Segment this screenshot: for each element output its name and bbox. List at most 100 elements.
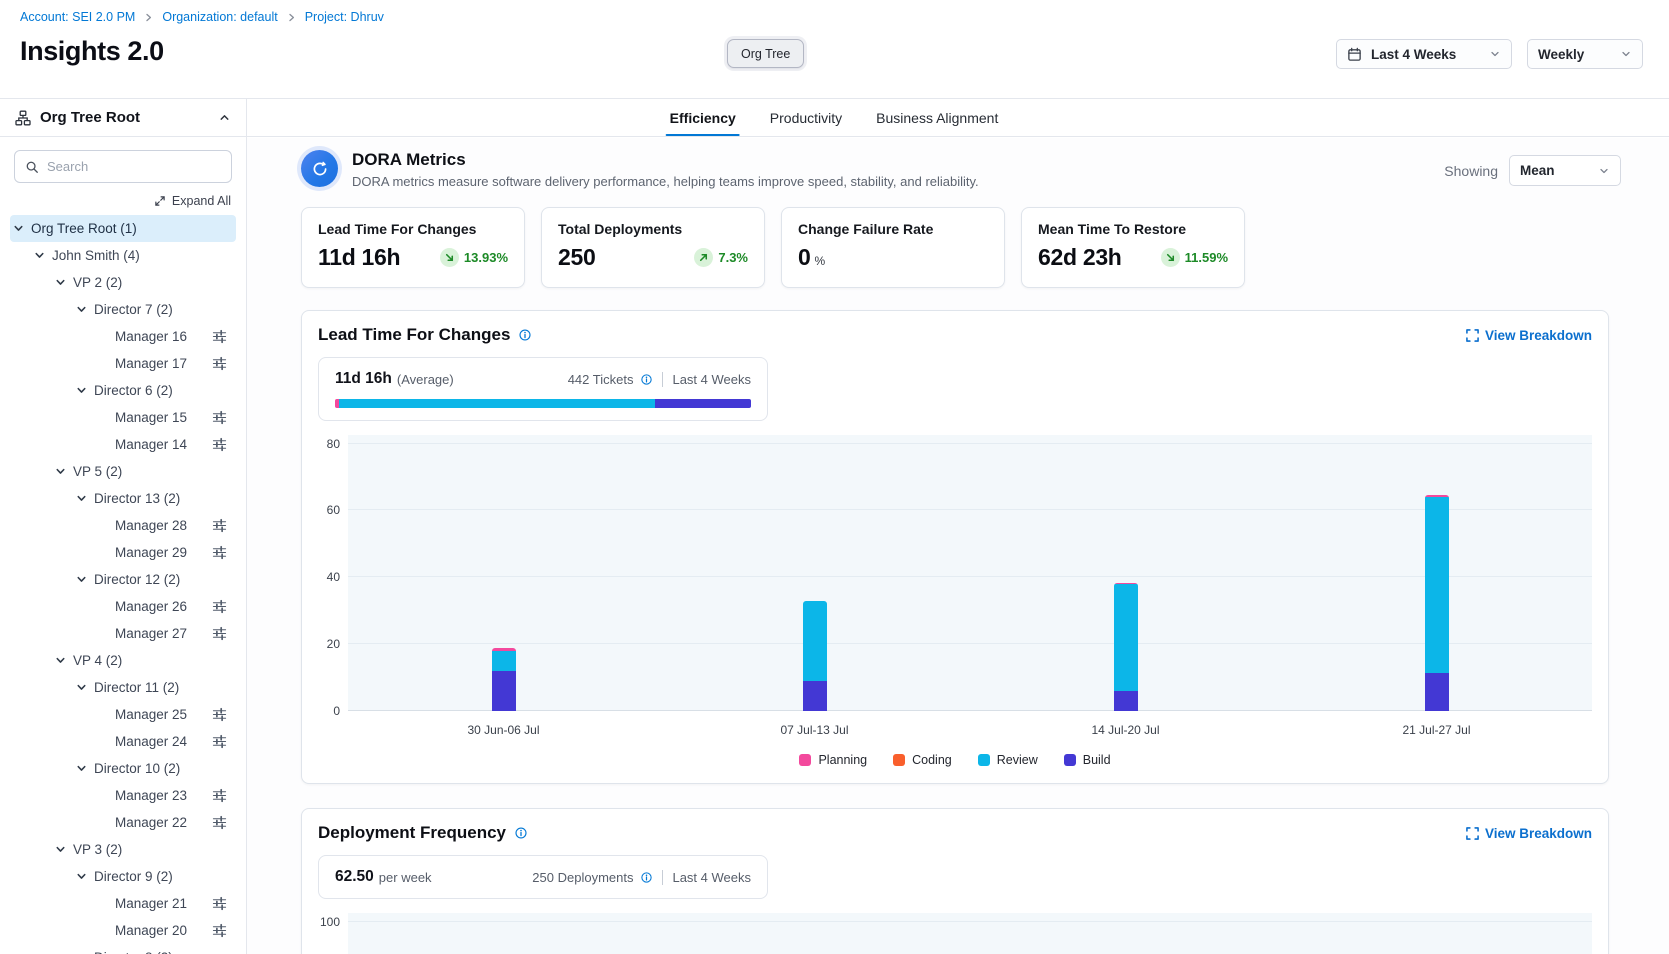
- chevron-down-icon[interactable]: [54, 654, 73, 667]
- gridline: [348, 710, 1592, 711]
- dora-cycle-icon: [301, 150, 338, 187]
- sliders-icon[interactable]: [212, 923, 227, 938]
- metric-card-value: 11d 16h: [318, 244, 400, 271]
- lead-time-view-breakdown[interactable]: View Breakdown: [1466, 328, 1592, 343]
- tree-item[interactable]: VP 2 (2): [10, 269, 236, 296]
- tree-item[interactable]: John Smith (4): [10, 242, 236, 269]
- legend-item-coding[interactable]: Coding: [893, 753, 952, 767]
- breadcrumb-organization-link[interactable]: Organization: default: [162, 10, 277, 24]
- chevron-down-icon[interactable]: [75, 573, 94, 586]
- chevron-down-icon[interactable]: [75, 303, 94, 316]
- tree-item[interactable]: Manager 15: [10, 404, 236, 431]
- bar-07 Jul-13 Jul[interactable]: [803, 601, 827, 711]
- breadcrumb-account-link[interactable]: Account: SEI 2.0 PM: [20, 10, 135, 24]
- chevron-down-icon[interactable]: [75, 870, 94, 883]
- tree-item[interactable]: Manager 27: [10, 620, 236, 647]
- tree-item[interactable]: Manager 26: [10, 593, 236, 620]
- bar-segment-review: [1114, 584, 1138, 691]
- legend-item-planning[interactable]: Planning: [799, 753, 867, 767]
- search-input[interactable]: [47, 159, 221, 174]
- tree-item[interactable]: Manager 29: [10, 539, 236, 566]
- tab-productivity[interactable]: Productivity: [768, 99, 844, 136]
- y-axis: 100: [318, 913, 348, 954]
- tab-efficiency[interactable]: Efficiency: [668, 99, 738, 136]
- bar-21 Jul-27 Jul[interactable]: [1425, 495, 1449, 711]
- bar-14 Jul-20 Jul[interactable]: [1114, 583, 1138, 711]
- tree-item[interactable]: Manager 24: [10, 728, 236, 755]
- sliders-icon[interactable]: [212, 815, 227, 830]
- tree-item[interactable]: Director 12 (2): [10, 566, 236, 593]
- deployment-view-breakdown[interactable]: View Breakdown: [1466, 826, 1592, 841]
- tree-item[interactable]: Org Tree Root (1): [10, 215, 236, 242]
- tree-item[interactable]: Manager 23: [10, 782, 236, 809]
- tree-item[interactable]: Director 10 (2): [10, 755, 236, 782]
- info-icon[interactable]: [640, 871, 653, 884]
- chevron-down-icon[interactable]: [12, 222, 31, 235]
- legend-item-build[interactable]: Build: [1064, 753, 1111, 767]
- deployment-frequency-chart: 100: [318, 913, 1592, 954]
- expand-all-button[interactable]: Expand All: [0, 183, 246, 215]
- granularity-select[interactable]: Weekly: [1527, 39, 1643, 69]
- tree-item-label: Director 6 (2): [94, 383, 173, 398]
- sliders-icon[interactable]: [212, 788, 227, 803]
- org-tree-button[interactable]: Org Tree: [727, 39, 804, 68]
- sliders-icon[interactable]: [212, 599, 227, 614]
- sliders-icon[interactable]: [212, 896, 227, 911]
- info-icon[interactable]: [640, 373, 653, 386]
- breadcrumb: Account: SEI 2.0 PM Organization: defaul…: [20, 10, 384, 24]
- chevron-down-icon[interactable]: [75, 762, 94, 775]
- date-range-select[interactable]: Last 4 Weeks: [1336, 39, 1512, 69]
- sliders-icon[interactable]: [212, 410, 227, 425]
- main-content: DORA Metrics DORA metrics measure softwa…: [247, 138, 1669, 954]
- tree-item[interactable]: VP 3 (2): [10, 836, 236, 863]
- bar-30 Jun-06 Jul[interactable]: [492, 648, 516, 711]
- metric-card-unit: %: [815, 254, 825, 268]
- legend-item-review[interactable]: Review: [978, 753, 1038, 767]
- info-icon[interactable]: [518, 328, 532, 342]
- tree-item[interactable]: Director 11 (2): [10, 674, 236, 701]
- tree-item[interactable]: Director 6 (2): [10, 377, 236, 404]
- tab-business-alignment[interactable]: Business Alignment: [874, 99, 1000, 136]
- tree-item[interactable]: Manager 25: [10, 701, 236, 728]
- chevron-down-icon[interactable]: [54, 843, 73, 856]
- chevron-down-icon[interactable]: [75, 681, 94, 694]
- chevron-down-icon[interactable]: [75, 492, 94, 505]
- tree-item[interactable]: Manager 28: [10, 512, 236, 539]
- chevron-up-icon[interactable]: [218, 111, 231, 124]
- sliders-icon[interactable]: [212, 545, 227, 560]
- tree-item[interactable]: Director 7 (2): [10, 296, 236, 323]
- org-tree-icon: [15, 110, 31, 126]
- chevron-down-icon[interactable]: [54, 465, 73, 478]
- chevron-down-icon[interactable]: [33, 249, 52, 262]
- sliders-icon[interactable]: [212, 356, 227, 371]
- info-icon[interactable]: [514, 826, 528, 840]
- tree-item[interactable]: VP 5 (2): [10, 458, 236, 485]
- sliders-icon[interactable]: [212, 707, 227, 722]
- tree-item[interactable]: Manager 21: [10, 890, 236, 917]
- sliders-icon[interactable]: [212, 437, 227, 452]
- tree-item[interactable]: Manager 16: [10, 323, 236, 350]
- arrow-down-right-icon: [1161, 248, 1180, 267]
- chevron-down-icon[interactable]: [75, 384, 94, 397]
- tree-item[interactable]: Manager 14: [10, 431, 236, 458]
- tree-item[interactable]: Manager 20: [10, 917, 236, 944]
- tree-item[interactable]: VP 4 (2): [10, 647, 236, 674]
- sliders-icon[interactable]: [212, 734, 227, 749]
- breadcrumb-project-link[interactable]: Project: Dhruv: [305, 10, 384, 24]
- showing-select[interactable]: Mean: [1509, 155, 1621, 186]
- bar-segment-build: [803, 681, 827, 711]
- sliders-icon[interactable]: [212, 329, 227, 344]
- tree-item[interactable]: Director 8 (2): [10, 944, 236, 954]
- metric-card: Total Deployments2507.3%: [541, 207, 765, 288]
- tree-item[interactable]: Director 9 (2): [10, 863, 236, 890]
- metric-card-label: Mean Time To Restore: [1038, 221, 1228, 237]
- sliders-icon[interactable]: [212, 626, 227, 641]
- tree-item[interactable]: Manager 17: [10, 350, 236, 377]
- tree-item[interactable]: Director 13 (2): [10, 485, 236, 512]
- bar-segment-review: [492, 651, 516, 671]
- tree-item[interactable]: Manager 22: [10, 809, 236, 836]
- showing-value: Mean: [1520, 163, 1598, 178]
- y-axis-tick: 40: [327, 570, 340, 584]
- chevron-down-icon[interactable]: [54, 276, 73, 289]
- sliders-icon[interactable]: [212, 518, 227, 533]
